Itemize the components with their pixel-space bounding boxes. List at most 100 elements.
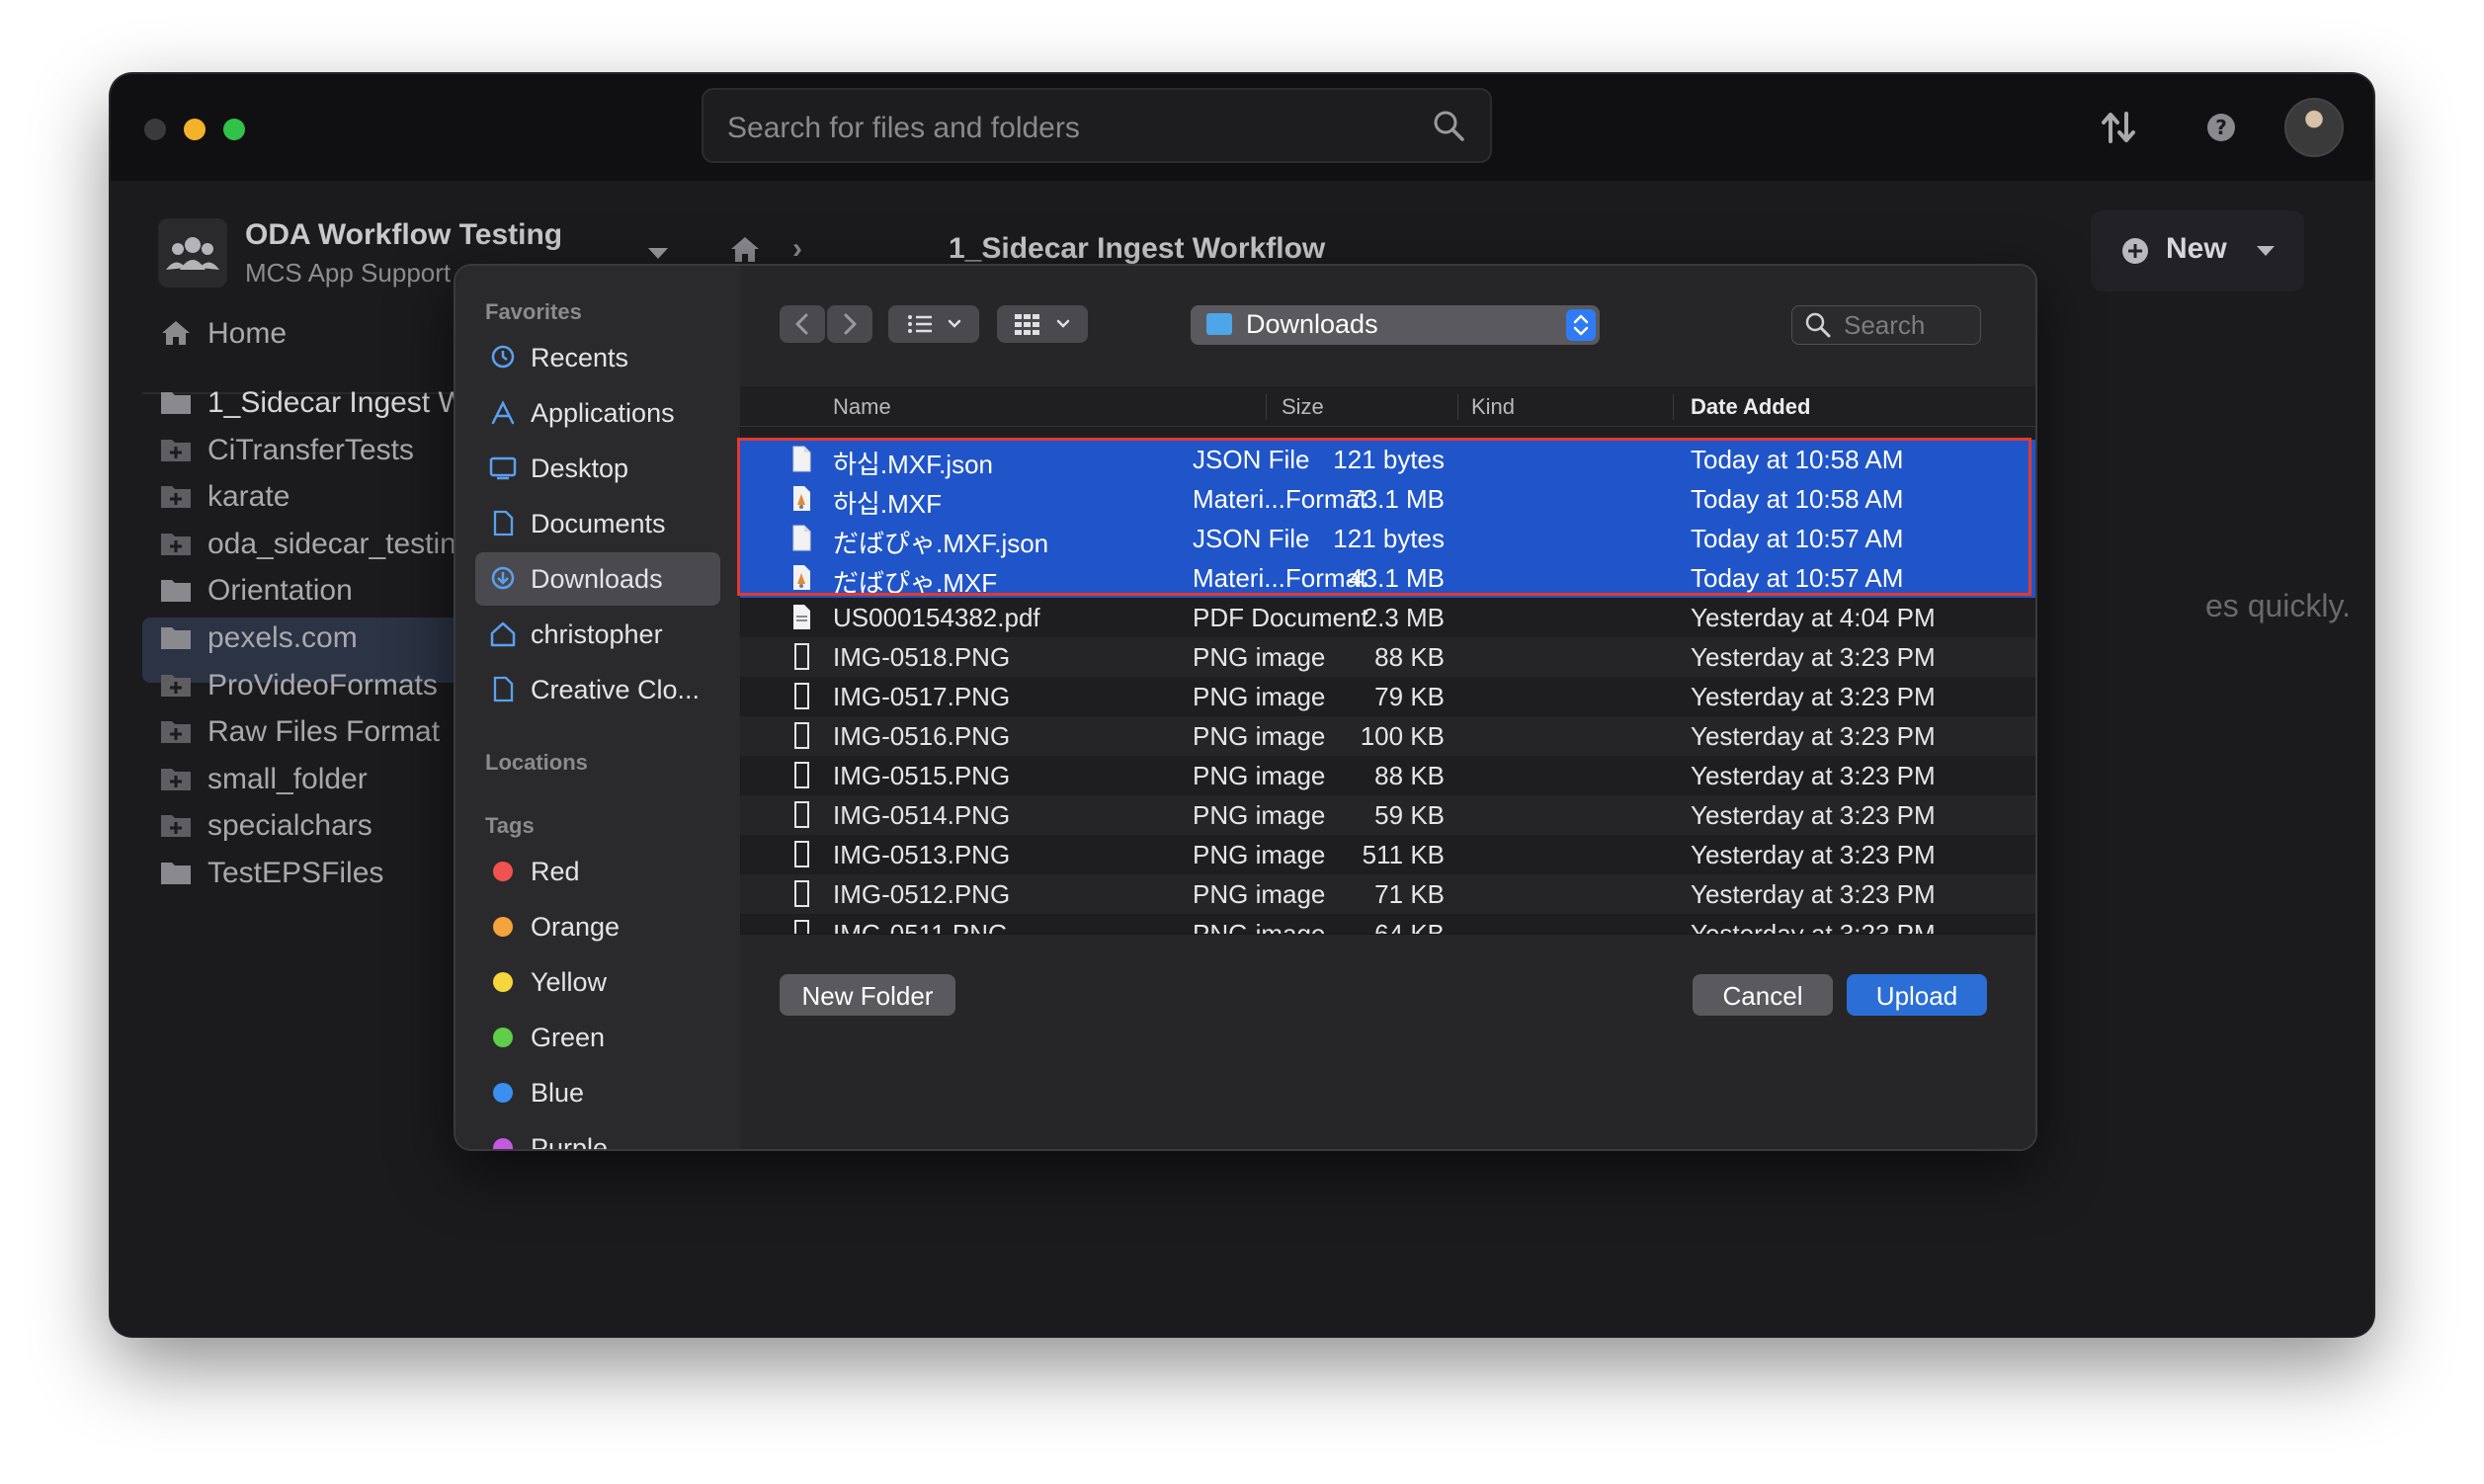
home-icon[interactable] — [727, 234, 763, 264]
file-date-added: Yesterday at 3:23 PM — [1691, 919, 1936, 934]
file-row[interactable]: IMG-0512.PNG 71 KB PNG image Yesterday at 3… — [740, 874, 2035, 914]
favorite-item[interactable]: Documents — [475, 497, 720, 550]
dialog-search-input[interactable]: Search — [1791, 305, 1981, 345]
tag-item-label: Green — [531, 1023, 606, 1052]
help-icon[interactable]: ? — [2201, 108, 2241, 147]
back-button[interactable] — [780, 305, 825, 343]
file-row[interactable]: だばぴゃ.MXF 43.1 MB Materi...Format Today at 1… — [740, 558, 2035, 598]
favorite-item[interactable]: christopher — [475, 608, 720, 661]
tag-item-label: Red — [531, 857, 580, 886]
home-icon — [162, 321, 190, 345]
close-window-button[interactable] — [144, 119, 166, 140]
column-name[interactable]: Name — [833, 394, 891, 420]
user-avatar[interactable] — [2284, 98, 2344, 157]
dialog-toolbar: Downloads Search — [740, 266, 2035, 387]
favorite-item[interactable]: Downloads — [475, 552, 720, 606]
tag-item-label: Purple — [531, 1133, 609, 1151]
tag-item-label: Yellow — [531, 967, 608, 997]
file-size: 64 KB — [1374, 919, 1445, 934]
chevron-down-icon — [648, 248, 668, 259]
file-row[interactable]: IMG-0511.PNG 64 KB PNG image Yesterday at 3… — [740, 914, 2035, 934]
file-name: IMG-0517.PNG — [833, 682, 1011, 711]
list-view-toggle[interactable] — [888, 305, 979, 343]
favorite-item[interactable]: Creative Clo... — [475, 663, 720, 716]
new-folder-button[interactable]: New Folder — [780, 974, 955, 1016]
column-kind[interactable]: Kind — [1471, 394, 1515, 420]
transfer-arrows-icon[interactable] — [2099, 108, 2138, 147]
file-size: 79 KB — [1374, 682, 1445, 711]
tag-item[interactable]: Blue — [475, 1066, 720, 1119]
favorite-item-label: Downloads — [531, 564, 663, 594]
column-size[interactable]: Size — [1282, 394, 1324, 420]
file-kind: Materi...Format — [1193, 563, 1367, 593]
folder-plus-icon — [161, 440, 191, 461]
group-icon — [166, 237, 219, 270]
workspace-subtitle: MCS App Support — [245, 258, 452, 288]
grid-icon — [1015, 314, 1070, 335]
folder-plus-icon — [161, 486, 191, 508]
maximize-window-button[interactable] — [223, 119, 245, 140]
global-search-input[interactable]: Search for files and folders — [702, 88, 1492, 163]
search-icon — [1434, 111, 1464, 141]
file-list[interactable]: 하십.MXF.json 121 bytes JSON File Today at 10… — [740, 440, 2035, 934]
location-label: Downloads — [1246, 309, 1378, 339]
file-row[interactable]: 하십.MXF.json 121 bytes JSON File Today at 10… — [740, 440, 2035, 479]
dialog-sidebar: Favorites Recents Applications Desktop Docu… — [455, 266, 741, 1149]
file-row[interactable]: IMG-0517.PNG 79 KB PNG image Yesterday at 3… — [740, 677, 2035, 716]
tag-item[interactable]: Yellow — [475, 955, 720, 1009]
breadcrumb-current[interactable]: 1_Sidecar Ingest Workflow — [949, 232, 1325, 266]
file-row[interactable]: だばぴゃ.MXF.json 121 bytes JSON File Today at … — [740, 519, 2035, 558]
sidebar-item-label: CiTransferTests — [207, 434, 414, 466]
file-row[interactable]: IMG-0518.PNG 88 KB PNG image Yesterday at 3… — [740, 637, 2035, 677]
media-file-icon — [793, 565, 810, 590]
column-divider[interactable] — [1673, 394, 1674, 420]
sidebar-item-label: karate — [207, 480, 290, 513]
global-search-placeholder: Search for files and folders — [727, 112, 1080, 144]
minimize-window-button[interactable] — [184, 119, 206, 140]
tag-item[interactable]: Red — [475, 845, 720, 898]
column-divider[interactable] — [1457, 394, 1458, 420]
document-icon — [792, 525, 811, 551]
file-row[interactable]: IMG-0516.PNG 100 KB PNG image Yesterday at … — [740, 716, 2035, 756]
location-popup[interactable]: Downloads — [1191, 305, 1600, 345]
file-size: 88 KB — [1374, 642, 1445, 672]
upload-button[interactable]: Upload — [1847, 974, 1987, 1016]
group-view-toggle[interactable] — [997, 305, 1088, 343]
folder-icon — [161, 627, 191, 649]
file-row[interactable]: IMG-0515.PNG 88 KB PNG image Yesterday at 3… — [740, 756, 2035, 795]
file-date-added: Yesterday at 3:23 PM — [1691, 879, 1936, 909]
tag-item[interactable]: Purple — [475, 1121, 720, 1151]
chevron-right-icon — [844, 313, 857, 335]
forward-button[interactable] — [827, 305, 872, 343]
file-kind: PNG image — [1193, 919, 1326, 934]
tag-item[interactable]: Orange — [475, 900, 720, 953]
cancel-button[interactable]: Cancel — [1693, 974, 1833, 1016]
favorite-item-label: Creative Clo... — [531, 675, 701, 704]
file-kind: PNG image — [1193, 642, 1326, 672]
image-file-icon — [794, 762, 809, 788]
file-row[interactable]: US000154382.pdf 2.3 MB PDF Document Yesterd… — [740, 598, 2035, 637]
file-name: IMG-0514.PNG — [833, 800, 1011, 830]
pdf-icon — [793, 605, 810, 629]
file-row[interactable]: IMG-0514.PNG 59 KB PNG image Yesterday at 3… — [740, 795, 2035, 835]
sidebar-item-label: TestEPSFiles — [207, 857, 384, 889]
folder-plus-icon — [161, 815, 191, 837]
column-divider[interactable] — [1266, 394, 1267, 420]
cancel-label: Cancel — [1722, 981, 1803, 1011]
new-button[interactable]: New — [2091, 210, 2304, 291]
favorite-item[interactable]: Desktop — [475, 442, 720, 495]
file-date-added: Yesterday at 4:04 PM — [1691, 603, 1936, 632]
file-row[interactable]: IMG-0513.PNG 511 KB PNG image Yesterday at … — [740, 835, 2035, 874]
sidebar-item-label: pexels.com — [207, 621, 358, 654]
sidebar-item-label: Orientation — [207, 574, 353, 607]
list-icon — [908, 315, 961, 333]
tag-item[interactable]: Green — [475, 1011, 720, 1064]
locations-heading: Locations — [485, 750, 588, 775]
column-date-added[interactable]: Date Added — [1691, 394, 1810, 420]
favorite-item[interactable]: Recents — [475, 331, 720, 384]
file-row[interactable]: 하십.MXF 73.1 MB Materi...Format Today at 10:… — [740, 479, 2035, 519]
favorites-heading: Favorites — [485, 299, 582, 324]
file-date-added: Yesterday at 3:23 PM — [1691, 800, 1936, 830]
favorite-item[interactable]: Applications — [475, 386, 720, 440]
home-icon — [490, 621, 516, 647]
